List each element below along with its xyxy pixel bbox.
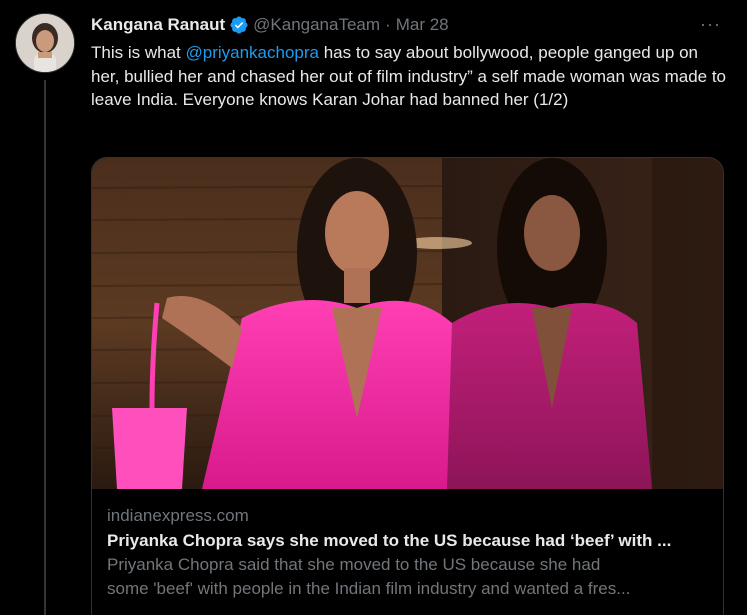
tweet-date[interactable]: Mar 28 (396, 15, 449, 35)
tweet[interactable]: Kangana Ranaut @KanganaTeam · Mar 28 ···… (0, 0, 747, 615)
card-description: Priyanka Chopra said that she moved to t… (107, 553, 707, 600)
avatar-image (16, 14, 74, 72)
more-options-icon[interactable]: ··· (700, 14, 721, 35)
tweet-text: This is what @priyankachopra has to say … (91, 41, 727, 112)
author-handle[interactable]: @KanganaTeam (253, 15, 380, 35)
card-meta: indianexpress.com Priyanka Chopra says s… (92, 489, 723, 600)
avatar[interactable] (15, 13, 75, 73)
tweet-content: Kangana Ranaut @KanganaTeam · Mar 28 ···… (91, 12, 731, 112)
card-domain: indianexpress.com (107, 506, 249, 525)
author-display-name[interactable]: Kangana Ranaut (91, 15, 225, 35)
header-separator: · (385, 15, 391, 34)
card-description-line2: some 'beef' with people in the Indian fi… (107, 578, 631, 598)
verified-badge-icon (229, 15, 249, 35)
card-description-line1: Priyanka Chopra said that she moved to t… (107, 555, 601, 574)
card-photo (92, 158, 723, 489)
mention-link[interactable]: @priyankachopra (185, 43, 319, 62)
link-preview-card[interactable]: indianexpress.com Priyanka Chopra says s… (91, 157, 724, 615)
avatar-column (15, 13, 75, 73)
thread-connector-line (44, 80, 46, 615)
card-image[interactable] (92, 158, 723, 489)
card-title[interactable]: Priyanka Chopra says she moved to the US… (107, 528, 708, 553)
tweet-header: Kangana Ranaut @KanganaTeam · Mar 28 (91, 12, 731, 38)
tweet-text-start: This is what (91, 43, 186, 62)
